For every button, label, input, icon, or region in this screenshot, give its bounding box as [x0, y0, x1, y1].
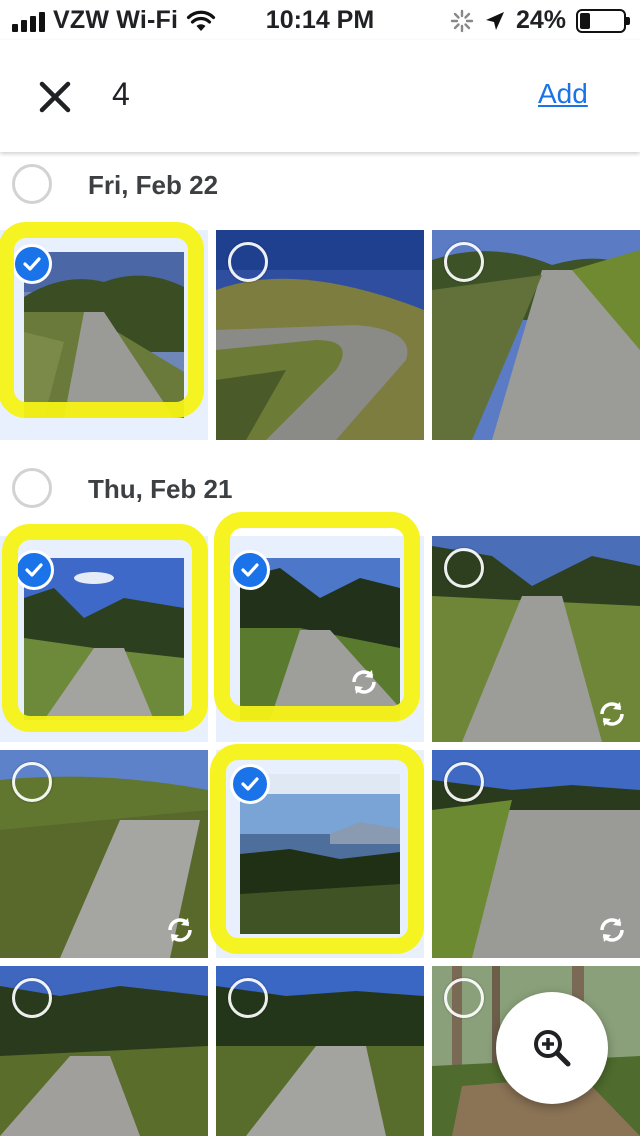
- select-date-radio[interactable]: [12, 468, 52, 508]
- zoom-button[interactable]: [496, 992, 608, 1104]
- add-button[interactable]: Add: [538, 78, 588, 110]
- unselected-circle-icon: [12, 978, 52, 1018]
- status-bar-right: 24%: [450, 6, 630, 35]
- unselected-circle-icon: [444, 548, 484, 588]
- photo-tile[interactable]: [0, 966, 208, 1136]
- photo-tile[interactable]: [432, 230, 640, 440]
- select-date-radio[interactable]: [12, 164, 52, 204]
- selected-checkmark-icon: [230, 550, 270, 590]
- selected-checkmark-icon: [14, 550, 54, 590]
- location-arrow-icon: [485, 11, 504, 30]
- date-section-title: Fri, Feb 22: [88, 170, 219, 200]
- unselected-circle-icon: [228, 242, 268, 282]
- photo-tile[interactable]: [0, 536, 208, 742]
- live-photo-icon: [600, 702, 624, 726]
- activity-spinner-icon: [450, 9, 474, 32]
- photo-tile[interactable]: [216, 230, 424, 440]
- photo-thumbnail: [24, 252, 184, 418]
- zoom-in-icon: [534, 1030, 571, 1067]
- battery-icon: [576, 8, 630, 33]
- selected-count: 4: [112, 76, 130, 112]
- battery-percent: 24%: [515, 6, 566, 34]
- selected-checkmark-icon: [12, 244, 52, 284]
- selected-checkmark-icon: [230, 764, 270, 804]
- selection-app-bar: 4 Add: [0, 40, 640, 152]
- photo-tile[interactable]: [216, 750, 424, 958]
- photo-tile[interactable]: [0, 750, 208, 958]
- close-button[interactable]: [30, 72, 80, 122]
- status-bar: VZW Wi-Fi 10:14 PM 24%: [0, 0, 640, 40]
- unselected-circle-icon: [444, 978, 484, 1018]
- photo-tile[interactable]: [432, 750, 640, 958]
- close-icon: [39, 81, 71, 113]
- unselected-circle-icon: [444, 242, 484, 282]
- photo-tile[interactable]: [216, 966, 424, 1136]
- battery-level-fill: [580, 12, 590, 29]
- unselected-circle-icon: [12, 762, 52, 802]
- photo-tile[interactable]: [216, 536, 424, 742]
- live-photo-icon: [168, 918, 192, 942]
- live-photo-icon: [600, 918, 624, 942]
- unselected-circle-icon: [228, 978, 268, 1018]
- live-photo-icon: [352, 670, 376, 694]
- date-section-header: Thu, Feb 21: [0, 456, 640, 526]
- date-section-title: Thu, Feb 21: [88, 474, 233, 504]
- photo-tile[interactable]: [432, 536, 640, 742]
- photo-tile[interactable]: [0, 230, 208, 440]
- date-section-header: Fri, Feb 22: [0, 152, 640, 222]
- unselected-circle-icon: [444, 762, 484, 802]
